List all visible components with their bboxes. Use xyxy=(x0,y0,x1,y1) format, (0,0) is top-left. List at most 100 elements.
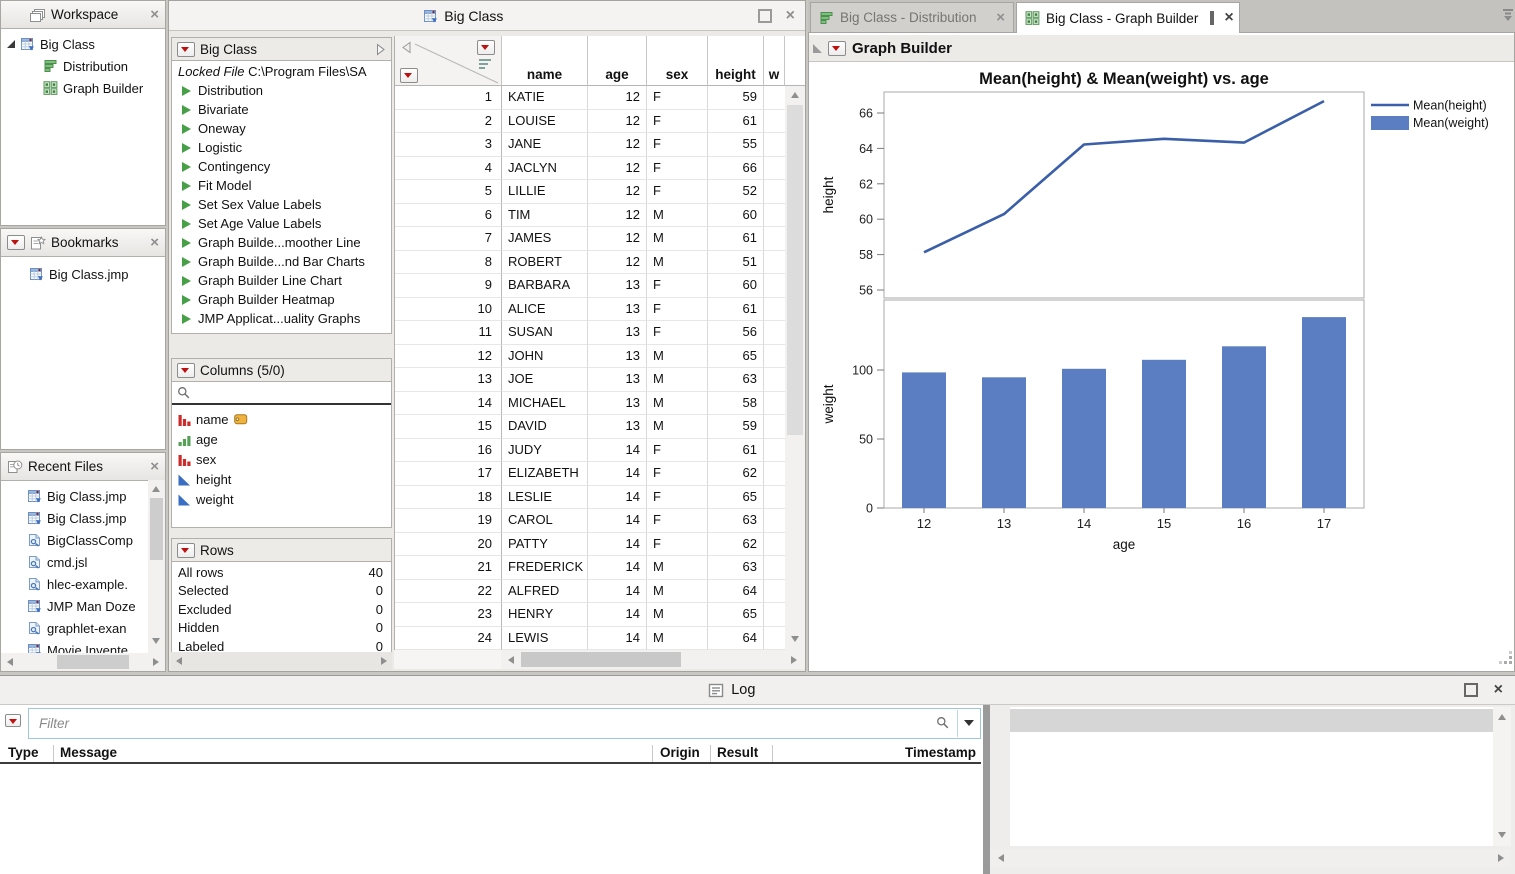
data-cell[interactable]: 13 xyxy=(588,392,647,416)
data-cell[interactable]: F xyxy=(647,86,708,110)
tab-graph-builder[interactable]: Big Class - Graph Builder× xyxy=(1016,2,1240,33)
scroll-left-icon[interactable] xyxy=(7,658,13,666)
run-script-icon[interactable] xyxy=(182,162,191,172)
run-script-icon[interactable] xyxy=(182,219,191,229)
run-script-icon[interactable] xyxy=(182,295,191,305)
scroll-left-icon[interactable] xyxy=(998,854,1004,862)
data-cell[interactable]: MICHAEL xyxy=(502,392,588,416)
table-script-item[interactable]: Set Sex Value Labels xyxy=(172,195,391,214)
red-triangle-menu-icon[interactable] xyxy=(400,68,418,83)
table-row[interactable]: 10ALICE13F61 xyxy=(395,298,785,322)
data-cell[interactable]: 61 xyxy=(708,227,764,251)
scroll-down-icon[interactable] xyxy=(1498,832,1506,838)
table-script-item[interactable]: Set Age Value Labels xyxy=(172,214,391,233)
data-cell[interactable]: F xyxy=(647,439,708,463)
data-cell[interactable] xyxy=(764,627,785,651)
run-script-icon[interactable] xyxy=(182,276,191,286)
grid-column-header[interactable]: w xyxy=(764,36,785,86)
row-number-cell[interactable]: 2 xyxy=(395,110,502,134)
search-icon[interactable] xyxy=(936,716,950,730)
resize-grip-icon[interactable] xyxy=(1499,651,1513,665)
table-script-item[interactable]: Graph Builde...moother Line xyxy=(172,233,391,252)
data-cell[interactable]: 60 xyxy=(708,274,764,298)
scrollbar-thumb[interactable] xyxy=(787,105,803,435)
table-row[interactable]: 4JACLYN12F66 xyxy=(395,157,785,181)
grid-hscrollbar[interactable] xyxy=(501,650,805,669)
data-cell[interactable]: 60 xyxy=(708,204,764,228)
data-cell[interactable] xyxy=(764,157,785,181)
data-cell[interactable]: CAROL xyxy=(502,509,588,533)
data-cell[interactable] xyxy=(764,180,785,204)
table-row[interactable]: 16JUDY14F61 xyxy=(395,439,785,463)
data-cell[interactable]: DAVID xyxy=(502,415,588,439)
run-script-icon[interactable] xyxy=(182,86,191,96)
run-script-icon[interactable] xyxy=(182,124,191,134)
scroll-up-icon[interactable] xyxy=(791,92,799,98)
data-cell[interactable]: ROBERT xyxy=(502,251,588,275)
rows-stat-item[interactable]: Selected0 xyxy=(172,582,391,601)
data-cell[interactable] xyxy=(764,274,785,298)
subpanel-hscrollbar[interactable] xyxy=(171,652,392,670)
recent-file-item[interactable]: hlec-example. xyxy=(1,573,147,595)
row-number-cell[interactable]: 4 xyxy=(395,157,502,181)
tab-distribution[interactable]: Big Class - Distribution× xyxy=(810,2,1014,32)
data-cell[interactable] xyxy=(764,204,785,228)
data-cell[interactable]: 52 xyxy=(708,180,764,204)
maximize-icon[interactable] xyxy=(1464,683,1478,697)
data-cell[interactable]: F xyxy=(647,274,708,298)
recent-file-item[interactable]: cmd.jsl xyxy=(1,551,147,573)
table-script-item[interactable]: Logistic xyxy=(172,138,391,157)
data-cell[interactable]: JANE xyxy=(502,133,588,157)
data-cell[interactable]: TIM xyxy=(502,204,588,228)
column-list-item[interactable]: sex xyxy=(172,449,391,469)
table-row[interactable]: 23HENRY14M65 xyxy=(395,603,785,627)
close-icon[interactable]: × xyxy=(1494,682,1503,698)
data-cell[interactable]: 64 xyxy=(708,580,764,604)
row-number-cell[interactable]: 16 xyxy=(395,439,502,463)
collapse-icon[interactable] xyxy=(813,44,822,53)
grid-corner-cell[interactable] xyxy=(395,36,502,86)
data-cell[interactable] xyxy=(764,462,785,486)
row-number-cell[interactable]: 10 xyxy=(395,298,502,322)
row-number-cell[interactable]: 13 xyxy=(395,368,502,392)
data-cell[interactable]: 65 xyxy=(708,603,764,627)
row-number-cell[interactable]: 24 xyxy=(395,627,502,651)
log-vscrollbar[interactable] xyxy=(1493,707,1511,846)
data-cell[interactable]: 12 xyxy=(588,204,647,228)
data-cell[interactable]: 14 xyxy=(588,556,647,580)
table-row[interactable]: 13JOE13M63 xyxy=(395,368,785,392)
columns-search-box[interactable] xyxy=(172,382,391,405)
data-cell[interactable]: PATTY xyxy=(502,533,588,557)
data-cell[interactable]: F xyxy=(647,298,708,322)
data-cell[interactable]: F xyxy=(647,157,708,181)
mean-weight-bar[interactable] xyxy=(982,377,1026,508)
scroll-down-icon[interactable] xyxy=(791,636,799,642)
close-icon[interactable]: × xyxy=(150,459,159,474)
data-cell[interactable]: 63 xyxy=(708,556,764,580)
row-number-cell[interactable]: 20 xyxy=(395,533,502,557)
data-cell[interactable] xyxy=(764,110,785,134)
run-script-icon[interactable] xyxy=(182,181,191,191)
data-cell[interactable]: SUSAN xyxy=(502,321,588,345)
data-cell[interactable] xyxy=(764,368,785,392)
run-script-icon[interactable] xyxy=(182,143,191,153)
chevron-down-icon[interactable] xyxy=(964,720,974,726)
scroll-up-icon[interactable] xyxy=(1498,714,1506,720)
row-number-cell[interactable]: 14 xyxy=(395,392,502,416)
data-cell[interactable] xyxy=(764,533,785,557)
data-cell[interactable]: 66 xyxy=(708,157,764,181)
row-number-cell[interactable]: 23 xyxy=(395,603,502,627)
table-row[interactable]: 5LILLIE12F52 xyxy=(395,180,785,204)
row-number-cell[interactable]: 3 xyxy=(395,133,502,157)
log-column-header-result[interactable]: Result xyxy=(717,745,765,760)
data-cell[interactable]: M xyxy=(647,227,708,251)
close-icon[interactable]: × xyxy=(150,7,159,22)
data-cell[interactable]: 14 xyxy=(588,580,647,604)
bookmark-item[interactable]: Big Class.jmp xyxy=(1,263,165,285)
data-cell[interactable]: ALFRED xyxy=(502,580,588,604)
data-cell[interactable]: LESLIE xyxy=(502,486,588,510)
data-cell[interactable] xyxy=(764,133,785,157)
row-number-cell[interactable]: 17 xyxy=(395,462,502,486)
data-cell[interactable]: FREDERICK xyxy=(502,556,588,580)
row-number-cell[interactable]: 6 xyxy=(395,204,502,228)
